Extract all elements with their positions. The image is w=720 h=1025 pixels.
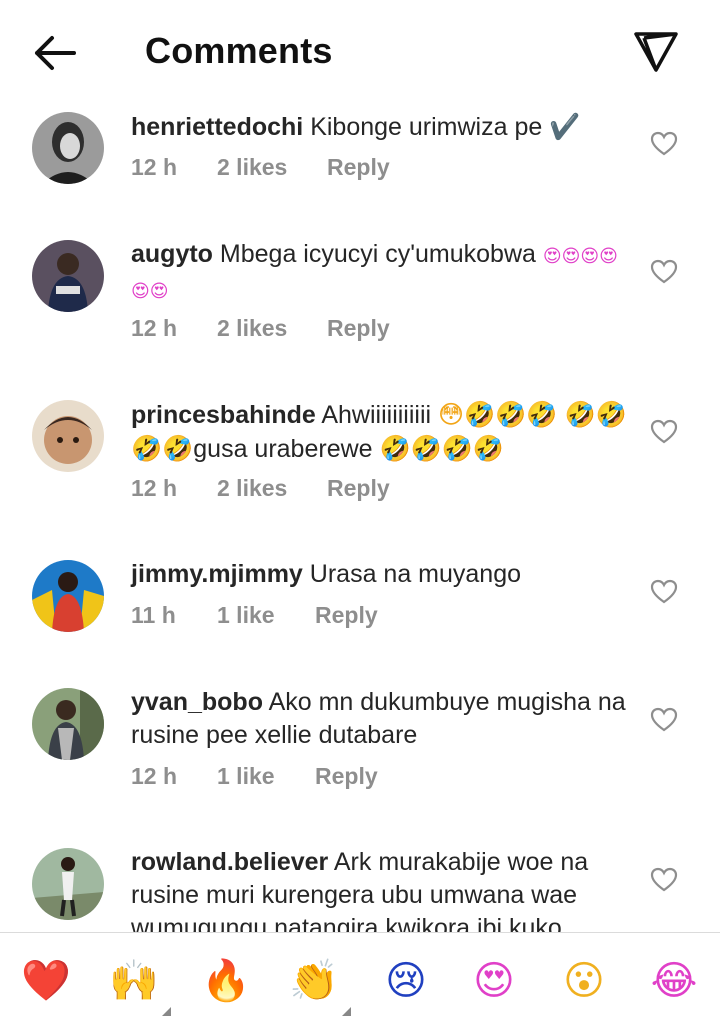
comment-item: jimmy.mjimmy Urasa na muyango 11 h 1 lik… xyxy=(0,548,720,676)
comment-likes[interactable]: 1 like xyxy=(217,763,275,790)
heart-outline-icon xyxy=(650,419,678,444)
comment-username[interactable]: rowland.believer xyxy=(131,848,328,876)
comment-text: princesbahinde Ahwiiiiiiiiiii 😳🤣🤣🤣 🤣🤣🤣🤣g… xyxy=(131,398,631,466)
reply-button[interactable]: Reply xyxy=(315,602,378,629)
clapping-hands-icon[interactable]: 👏 xyxy=(286,953,342,1009)
variant-indicator-icon xyxy=(342,1007,351,1016)
comment-body: Mbega icyucyi cy'umukobwa xyxy=(219,240,536,268)
comment-likes[interactable]: 2 likes xyxy=(217,154,287,181)
reply-button[interactable]: Reply xyxy=(327,154,390,181)
comment-username[interactable]: princesbahinde xyxy=(131,401,316,429)
comment-username[interactable]: yvan_bobo xyxy=(131,688,263,716)
comment-body: Ahwiiiiiiiiiii xyxy=(321,401,432,429)
comment-likes[interactable]: 2 likes xyxy=(217,475,287,502)
laughing-emoji-group: 😳🤣🤣🤣 xyxy=(438,400,558,429)
comment-body: Urasa na muyango xyxy=(309,560,522,588)
like-button[interactable] xyxy=(650,259,678,285)
reply-button[interactable]: Reply xyxy=(327,315,390,342)
raising-hands-icon[interactable]: 🙌 xyxy=(106,953,162,1009)
share-button[interactable] xyxy=(630,26,682,78)
reply-button[interactable]: Reply xyxy=(327,475,390,502)
like-button[interactable] xyxy=(650,707,678,733)
page-title: Comments xyxy=(145,30,333,71)
surprised-face-icon[interactable]: 😮 xyxy=(556,953,612,1009)
arrow-left-icon xyxy=(35,36,76,70)
heart-outline-icon xyxy=(650,131,678,156)
red-heart-icon[interactable]: ❤️ xyxy=(18,953,74,1009)
comment-item: augyto Mbega icyucyi cy'umukobwa 😍😍😍😍😍😍 … xyxy=(0,228,720,388)
comment-time: 12 h xyxy=(131,475,178,501)
comment-username[interactable]: henriettedochi xyxy=(131,113,303,141)
fire-icon[interactable]: 🔥 xyxy=(198,953,254,1009)
avatar[interactable] xyxy=(32,240,104,312)
comment-body: Kibonge urimwiza pe xyxy=(310,113,543,141)
check-mark-emoji: ✔️ xyxy=(549,112,581,141)
heart-outline-icon xyxy=(650,259,678,284)
avatar[interactable] xyxy=(32,400,104,472)
comment-item: rowland.believer Ark murakabije woe na r… xyxy=(0,836,720,932)
heart-outline-icon xyxy=(650,579,678,604)
like-button[interactable] xyxy=(650,419,678,445)
comment-text: yvan_bobo Ako mn dukumbuye mugisha na ru… xyxy=(131,686,631,752)
comment-text: jimmy.mjimmy Urasa na muyango xyxy=(131,558,631,591)
like-button[interactable] xyxy=(650,867,678,893)
comment-time: 12 h xyxy=(131,315,178,341)
comment-likes[interactable]: 2 likes xyxy=(217,315,287,342)
like-button[interactable] xyxy=(650,579,678,605)
comment-body: gusa uraberewe xyxy=(193,435,373,463)
avatar[interactable] xyxy=(32,560,104,632)
comment-text: augyto Mbega icyucyi cy'umukobwa 😍😍😍😍😍😍 xyxy=(131,238,631,308)
comment-time: 12 h xyxy=(131,763,178,789)
comment-item: yvan_bobo Ako mn dukumbuye mugisha na ru… xyxy=(0,676,720,836)
comment-item: henriettedochi Kibonge urimwiza pe ✔️ 12… xyxy=(0,100,720,228)
like-button[interactable] xyxy=(650,131,678,157)
heart-outline-icon xyxy=(650,707,678,732)
comment-username[interactable]: augyto xyxy=(131,240,213,268)
back-button[interactable] xyxy=(28,28,82,78)
avatar[interactable] xyxy=(32,112,104,184)
comment-item: princesbahinde Ahwiiiiiiiiiii 😳🤣🤣🤣 🤣🤣🤣🤣g… xyxy=(0,388,720,548)
comment-text: rowland.believer Ark murakabije woe na r… xyxy=(131,846,631,932)
comment-username[interactable]: jimmy.mjimmy xyxy=(131,560,303,588)
comments-list[interactable]: henriettedochi Kibonge urimwiza pe ✔️ 12… xyxy=(0,100,720,932)
comment-time: 11 h xyxy=(131,602,176,628)
variant-indicator-icon xyxy=(162,1007,171,1016)
comment-likes[interactable]: 1 like xyxy=(217,602,275,629)
heart-eyes-icon[interactable]: 😍 xyxy=(466,953,522,1009)
comment-time: 12 h xyxy=(131,154,178,180)
laughing-face-icon[interactable]: 😂 xyxy=(646,953,702,1009)
laughing-emoji-group: 🤣🤣🤣🤣 xyxy=(379,434,505,463)
paper-plane-icon xyxy=(634,32,678,72)
reply-button[interactable]: Reply xyxy=(315,763,378,790)
top-bar: Comments xyxy=(0,0,720,100)
crying-face-icon[interactable]: 😢 xyxy=(378,953,434,1009)
avatar[interactable] xyxy=(32,848,104,920)
comment-text: henriettedochi Kibonge urimwiza pe ✔️ xyxy=(131,110,631,144)
heart-outline-icon xyxy=(650,867,678,892)
avatar[interactable] xyxy=(32,688,104,760)
quick-reactions-bar: ❤️ 🙌 🔥 👏 😢 😍 😮 😂 xyxy=(0,932,720,1025)
